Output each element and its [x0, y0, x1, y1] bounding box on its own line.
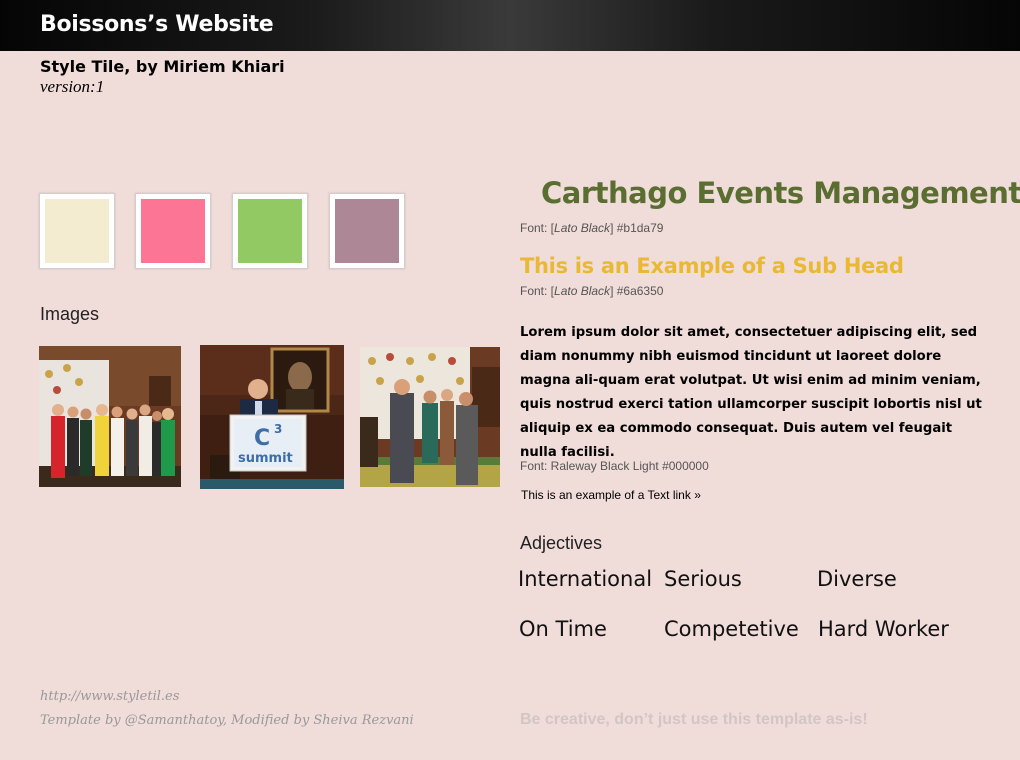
heading-sample: Carthago Events Management — [541, 176, 1020, 210]
footer-tagline: Be creative, don’t just use this templat… — [520, 711, 868, 728]
body-text-sample: Lorem ipsum dolor sit amet, consectetuer… — [520, 325, 982, 460]
podium-speaker-icon: C 3 summit — [200, 345, 344, 489]
subhead-note-prefix: Font: [ — [520, 284, 555, 298]
header-bar: Boissons’s Website — [0, 0, 1020, 51]
adjective-item: Hard Worker — [818, 617, 949, 641]
photo-podium: C 3 summit — [200, 345, 344, 489]
swatch-fill — [141, 199, 205, 263]
color-swatch-3 — [232, 193, 308, 269]
swatch-fill — [45, 199, 109, 263]
swatch-fill — [335, 199, 399, 263]
adjective-item: On Time — [519, 617, 607, 641]
site-title: Boissons’s Website — [40, 12, 274, 37]
subhead-sample: This is an Example of a Sub Head — [520, 254, 904, 278]
event-crowd-icon — [360, 347, 500, 487]
subhead-note-font: Lato Black — [554, 284, 611, 298]
color-swatch-4 — [329, 193, 405, 269]
version-label: version:1 — [40, 77, 105, 96]
swatch-fill — [238, 199, 302, 263]
heading-note-suffix: ] #b1da79 — [610, 221, 664, 235]
adjective-item: Diverse — [817, 567, 897, 591]
adjective-item: Competetive — [664, 617, 799, 641]
heading-note-prefix: Font: [ — [520, 221, 555, 235]
footer-credit: Template by @Samanthatoy, Modified by Sh… — [40, 713, 414, 728]
heading-note-font: Lato Black — [554, 221, 611, 235]
style-tile-title: Style Tile, by Miriem Khiari — [40, 57, 285, 76]
podium-logo-c: C — [254, 426, 270, 451]
subhead-font-note: Font: [Lato Black] #6a6350 — [520, 284, 663, 298]
adjective-item: Serious — [664, 567, 742, 591]
heading-font-note: Font: [Lato Black] #b1da79 — [520, 221, 663, 235]
adjectives-label: Adjectives — [520, 533, 603, 553]
photo-group — [39, 346, 181, 487]
images-label: Images — [40, 304, 100, 324]
podium-logo-sup: 3 — [274, 422, 282, 436]
podium-logo-text: summit — [238, 451, 293, 466]
color-swatch-1 — [39, 193, 115, 269]
adjective-item: International — [518, 567, 653, 591]
text-link-sample[interactable]: This is an example of a Text link » — [521, 488, 701, 502]
footer-url-link[interactable]: http://www.styletil.es — [40, 689, 179, 704]
group-photo-icon — [39, 346, 181, 487]
subhead-note-suffix: ] #6a6350 — [610, 284, 664, 298]
body-font-note: Font: Raleway Black Light #000000 — [520, 459, 709, 473]
photo-event — [360, 347, 500, 487]
color-swatch-2 — [135, 193, 211, 269]
